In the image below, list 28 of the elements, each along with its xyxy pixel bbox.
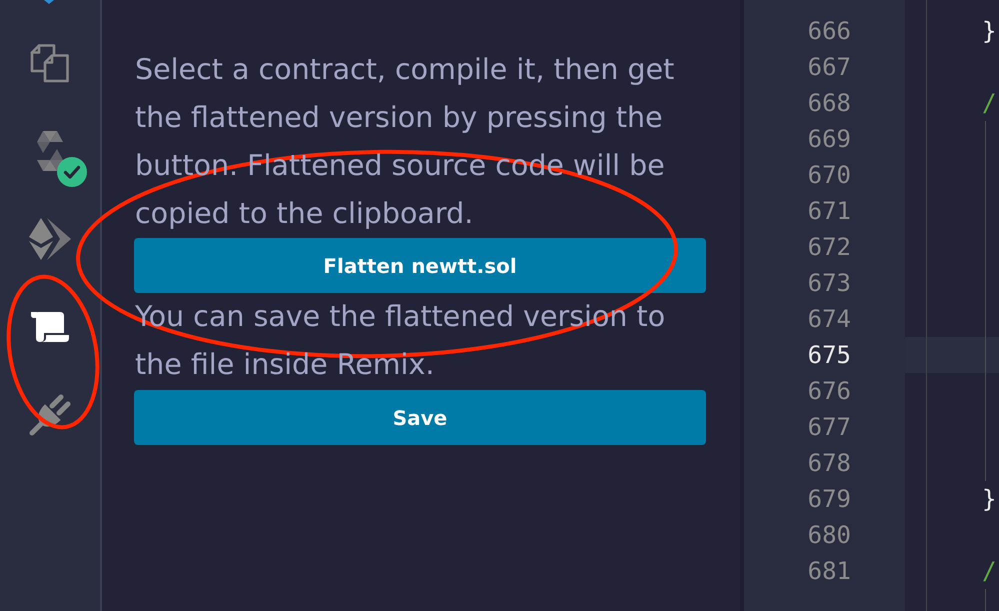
comment-text: /	[982, 556, 996, 587]
line-number: 666	[806, 16, 851, 47]
line-number: 667	[806, 52, 851, 83]
code-text: }	[982, 16, 996, 47]
triangle-icon[interactable]	[44, 0, 54, 4]
line-number: 677	[806, 412, 851, 443]
line-number: 674	[806, 304, 851, 335]
line-number: 680	[806, 520, 851, 551]
comment-text: /	[982, 88, 996, 119]
code-text: }	[982, 484, 996, 515]
flatten-button[interactable]: Flatten newtt.sol	[134, 238, 706, 293]
line-number: 676	[806, 376, 851, 407]
line-number: 669	[806, 124, 851, 155]
scroll-icon[interactable]	[30, 311, 70, 343]
line-number: 675	[806, 340, 851, 371]
line-number: 668	[806, 88, 851, 119]
line-number: 672	[806, 232, 851, 263]
documents-icon[interactable]	[30, 43, 70, 83]
plug-icon[interactable]	[29, 394, 71, 436]
diamond-arrow-icon[interactable]	[29, 218, 71, 260]
line-number: 679	[806, 484, 851, 515]
line-number: 671	[806, 196, 851, 227]
line-number: 681	[806, 556, 851, 587]
save-button[interactable]: Save	[134, 390, 706, 445]
line-number: 673	[806, 268, 851, 299]
line-number: 678	[806, 448, 851, 479]
line-number: 670	[806, 160, 851, 191]
layered-shapes-icon[interactable]	[37, 131, 63, 171]
